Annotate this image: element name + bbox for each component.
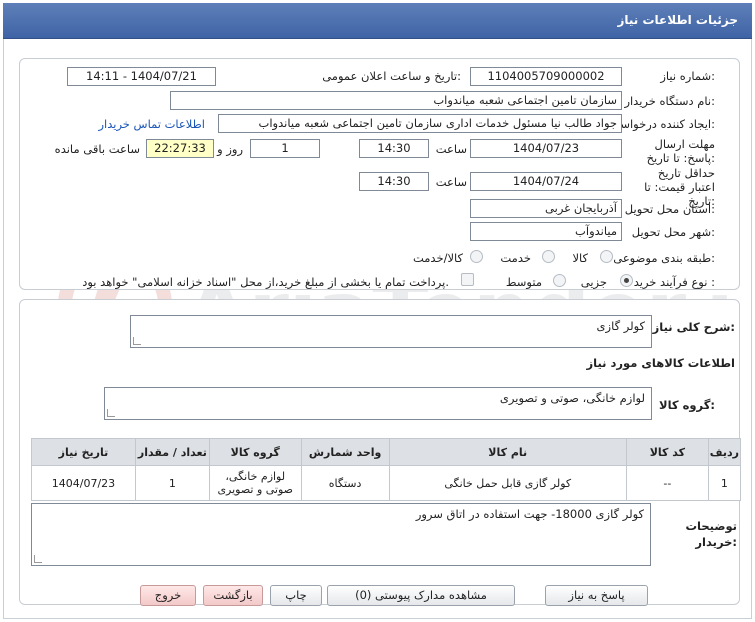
deadline-time-field: 14:30 bbox=[359, 139, 429, 158]
col-qty: تعداد / مقدار bbox=[134, 438, 210, 466]
goods-group-text: لوازم خانگی، صوتی و تصویری bbox=[499, 391, 645, 405]
category-radio-service[interactable] bbox=[542, 250, 555, 263]
summary-label: شرح کلی نیاز: bbox=[652, 320, 735, 334]
announce-label: تاریخ و ساعت اعلان عمومی: bbox=[322, 69, 461, 83]
goods-group-field: لوازم خانگی، صوتی و تصویری bbox=[104, 387, 652, 420]
validity-time-label: ساعت bbox=[435, 175, 467, 189]
category-option-goods-service: کالا/خدمت bbox=[412, 251, 463, 265]
cell-group: لوازم خانگی، صوتی و تصویری bbox=[208, 465, 302, 501]
cell-qty: 1 bbox=[134, 465, 210, 501]
col-date: تاریخ نیاز bbox=[31, 438, 136, 466]
col-unit: واحد شمارش bbox=[300, 438, 390, 466]
goods-table: ردیف کد کالا نام کالا واحد شمارش گروه کا… bbox=[31, 438, 742, 501]
deadline-label: مهلت ارسال پاسخ: تا تاریخ: bbox=[646, 137, 715, 165]
page-title: جزئیات اطلاعات نیاز bbox=[617, 13, 738, 27]
treasury-note: پرداخت تمام یا بخشی از مبلغ خرید،از محل … bbox=[82, 275, 449, 289]
notes-field: کولر گازی 18000- جهت استفاده در اتاق سرو… bbox=[31, 503, 651, 566]
cell-date: 1404/07/23 bbox=[31, 465, 136, 501]
cell-row: 1 bbox=[707, 465, 742, 501]
deadline-date-field: 1404/07/23 bbox=[470, 139, 622, 158]
need-number-label: شماره نیاز: bbox=[660, 69, 715, 83]
treasury-checkbox[interactable] bbox=[461, 273, 474, 286]
col-row: ردیف bbox=[707, 438, 742, 466]
reply-button[interactable]: پاسخ به نیاز bbox=[545, 585, 648, 606]
need-number-field: 1104005709000002 bbox=[470, 67, 622, 86]
days-label: روز و bbox=[217, 142, 243, 156]
validity-date-field: 1404/07/24 bbox=[470, 172, 622, 191]
category-option-service: خدمت bbox=[500, 251, 531, 265]
table-row[interactable]: 1 -- کولر گازی قابل حمل خانگی دستگاه لوا… bbox=[31, 465, 742, 501]
cell-code: -- bbox=[625, 465, 709, 501]
back-button[interactable]: بازگشت bbox=[203, 585, 263, 606]
province-field: آذربایجان غربی bbox=[470, 199, 622, 218]
col-name: نام کالا bbox=[388, 438, 627, 466]
deadline-time-label: ساعت bbox=[435, 142, 467, 156]
announce-field: 1404/07/21 - 14:11 bbox=[67, 67, 216, 86]
category-label: طبقه بندی موضوعی: bbox=[613, 251, 715, 265]
col-group: گروه کالا bbox=[208, 438, 302, 466]
requester-field: جواد طالب نیا مسئول خدمات اداری سازمان ت… bbox=[218, 114, 622, 133]
title-bar: جزئیات اطلاعات نیاز bbox=[3, 3, 752, 39]
process-radio-minor[interactable] bbox=[620, 274, 633, 287]
buyer-org-field: سازمان تامین اجتماعی شعبه میاندواب bbox=[170, 91, 622, 110]
process-option-medium: متوسط bbox=[505, 275, 542, 289]
process-option-minor: جزیی bbox=[580, 275, 607, 289]
category-radio-goods-service[interactable] bbox=[470, 250, 483, 263]
city-label: شهر محل تحویل: bbox=[631, 225, 715, 239]
cell-group-line2: صوتی و تصویری bbox=[217, 483, 294, 496]
notes-text: کولر گازی 18000- جهت استفاده در اتاق سرو… bbox=[415, 507, 644, 521]
notes-label: توضیحات خریدار: bbox=[685, 519, 738, 549]
buyer-org-label: نام دستگاه خریدار: bbox=[624, 94, 715, 108]
category-option-goods: کالا bbox=[572, 251, 588, 265]
table-header-row: ردیف کد کالا نام کالا واحد شمارش گروه کا… bbox=[31, 438, 742, 466]
requester-label: ایجاد کننده درخواست: bbox=[609, 117, 715, 131]
province-label: استان محل تحویل: bbox=[624, 202, 715, 216]
attachments-button[interactable]: مشاهده مدارک پیوستی (0) bbox=[327, 585, 515, 606]
process-label: نوع فرآیند خرید : bbox=[633, 275, 715, 289]
remaining-label: ساعت باقی مانده bbox=[54, 142, 140, 156]
category-radio-goods[interactable] bbox=[600, 250, 613, 263]
goods-group-label: گروه کالا: bbox=[659, 398, 715, 412]
contact-buyer-link[interactable]: اطلاعات تماس خریدار bbox=[98, 117, 205, 131]
cell-unit: دستگاه bbox=[300, 465, 390, 501]
city-field: میاندوآب bbox=[470, 222, 622, 241]
summary-field: کولر گازی bbox=[130, 315, 652, 348]
goods-section-title: اطلاعات کالاهای مورد نیاز bbox=[586, 356, 735, 370]
print-button[interactable]: چاپ bbox=[270, 585, 322, 606]
cell-group-line1: لوازم خانگی، bbox=[225, 470, 286, 483]
validity-time-field: 14:30 bbox=[359, 172, 429, 191]
cell-name: کولر گازی قابل حمل خانگی bbox=[388, 465, 627, 501]
process-radio-medium[interactable] bbox=[553, 274, 566, 287]
exit-button[interactable]: خروج bbox=[140, 585, 196, 606]
summary-text: کولر گازی bbox=[596, 319, 645, 333]
days-field: 1 bbox=[250, 139, 320, 158]
col-code: کد کالا bbox=[625, 438, 709, 466]
remaining-time-field: 22:27:33 bbox=[146, 139, 214, 158]
